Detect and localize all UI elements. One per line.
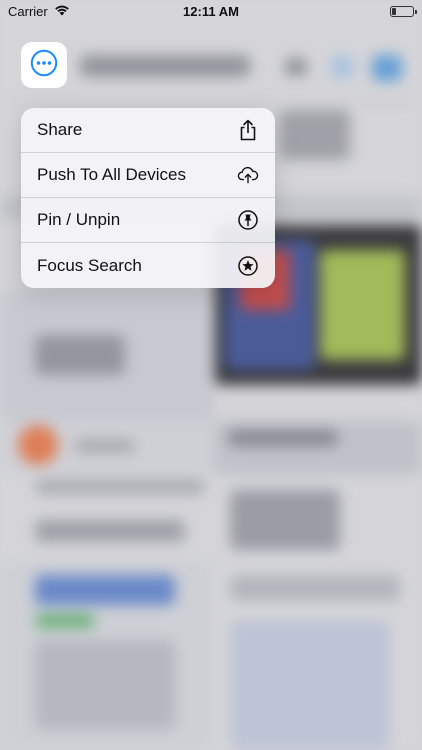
battery-icon <box>390 5 417 17</box>
context-menu: Share Push To All Devices Pin / Unpin Fo… <box>21 108 275 288</box>
menu-item-share[interactable]: Share <box>21 108 275 153</box>
more-button[interactable] <box>21 42 67 88</box>
menu-item-label: Focus Search <box>37 255 142 275</box>
status-time: 12:11 AM <box>183 3 239 19</box>
cloud-upload-icon <box>237 164 259 186</box>
menu-item-pin-unpin[interactable]: Pin / Unpin <box>21 198 275 243</box>
ellipsis-circle-icon <box>30 49 58 82</box>
menu-item-push-to-all-devices[interactable]: Push To All Devices <box>21 153 275 198</box>
carrier-label: Carrier <box>8 3 48 19</box>
wifi-icon <box>54 4 70 19</box>
menu-item-label: Pin / Unpin <box>37 210 121 229</box>
status-bar: Carrier 12:11 AM <box>0 0 422 22</box>
menu-item-focus-search[interactable]: Focus Search <box>21 243 275 288</box>
share-icon <box>237 119 259 141</box>
star-circle-icon <box>237 255 259 277</box>
screen: Carrier 12:11 AM Share Push To All Devic… <box>0 0 422 750</box>
pin-icon <box>237 209 259 231</box>
menu-item-label: Push To All Devices <box>37 165 186 184</box>
menu-item-label: Share <box>37 120 83 139</box>
carrier-group: Carrier <box>8 4 70 19</box>
